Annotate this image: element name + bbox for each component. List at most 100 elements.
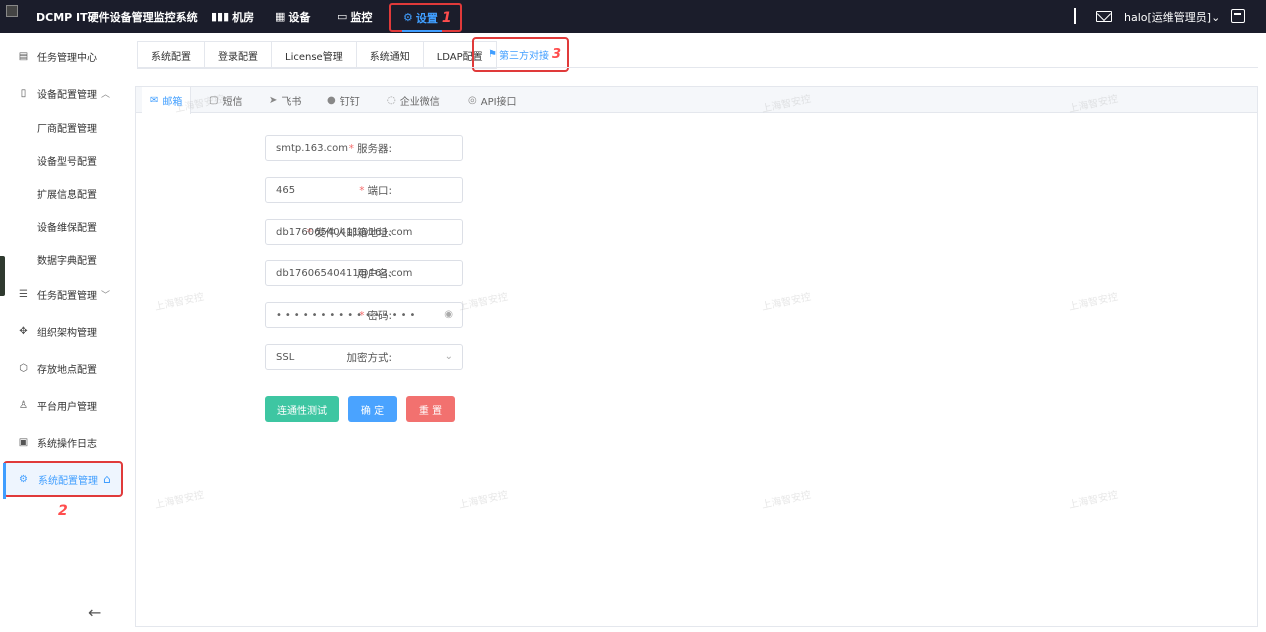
- subtab-feishu[interactable]: ➤ 飞书: [269, 87, 301, 113]
- sidebar-item-task-center[interactable]: ▤ 任务管理中心: [0, 41, 124, 71]
- org-icon: ✥: [19, 325, 28, 337]
- dingtalk-icon: ●: [327, 94, 336, 106]
- sender-input[interactable]: db17606540411@163.com: [265, 219, 463, 245]
- chevron-down-icon: ﹀: [101, 290, 111, 301]
- server-input[interactable]: smtp.163.com: [265, 135, 463, 161]
- form-row-port: * 端口: 465: [136, 177, 636, 203]
- tab-login-config[interactable]: 登录配置: [204, 41, 271, 69]
- form-row-encryption: 加密方式: SSL ⌄: [136, 344, 636, 370]
- watermark: 上海智安控: [1067, 291, 1120, 314]
- tabs-divider: [137, 67, 1258, 68]
- sidebar-item-label: 系统操作日志: [37, 438, 97, 450]
- subtab-dingtalk[interactable]: ● 钉钉: [327, 87, 360, 113]
- nav-active-underline: [402, 30, 442, 32]
- mail-icon[interactable]: [1096, 11, 1112, 22]
- log-icon: ▣: [18, 436, 29, 448]
- eye-off-icon[interactable]: ◉: [444, 309, 453, 320]
- sidebar-item-label: 任务管理中心: [37, 52, 97, 64]
- tab-third-party-label: 第三方对接: [498, 51, 549, 62]
- sidebar-item-users[interactable]: ♙ 平台用户管理: [0, 390, 124, 420]
- chevron-up-icon: ︿: [101, 89, 111, 100]
- encryption-select[interactable]: SSL ⌄: [265, 344, 463, 370]
- grid-icon: ▦: [275, 10, 286, 23]
- tab-license[interactable]: License管理: [271, 41, 356, 69]
- user-icon: ♙: [19, 399, 28, 411]
- sidebar-item-maintenance-config[interactable]: 设备维保配置: [0, 211, 124, 241]
- nav-machine-room-label: 机房: [232, 10, 255, 24]
- sidebar-item-device-config[interactable]: ▯ 设备配置管理 ︿: [0, 78, 124, 108]
- nav-machine-room[interactable]: ▮▮▮ 机房: [211, 0, 254, 33]
- settings-icon: ⚙: [19, 473, 28, 485]
- sidebar-item-task-config[interactable]: ☰ 任务配置管理 ﹀: [0, 279, 124, 309]
- nav-settings[interactable]: ⚙ 设置 1: [389, 3, 462, 32]
- form-row-username: 用户名: db17606540411@163.com: [136, 260, 636, 286]
- sidebar-item-label: 存放地点配置: [37, 364, 97, 376]
- encryption-value: SSL: [276, 351, 295, 363]
- nav-monitor-label: 监控: [350, 10, 373, 24]
- username-input[interactable]: db17606540411@163.com: [265, 260, 463, 286]
- user-name: halo[运维管理员]: [1124, 11, 1212, 24]
- sidebar-item-label: 任务配置管理: [37, 290, 97, 302]
- subtab-wechat-work[interactable]: ◌ 企业微信: [387, 87, 440, 113]
- sidebar-item-label: 数据字典配置: [37, 255, 97, 267]
- collapse-sidebar-icon[interactable]: ←: [88, 603, 101, 622]
- watermark: 上海智安控: [760, 291, 813, 314]
- logo-icon: [6, 5, 18, 17]
- system-title: DCMP IT硬件设备管理监控系统: [36, 11, 198, 24]
- chevron-down-icon: ⌄: [444, 351, 453, 362]
- monitor-icon: ▭: [337, 10, 348, 23]
- user-menu[interactable]: halo[运维管理员]⌄: [1124, 9, 1220, 25]
- sidebar-item-model-config[interactable]: 设备型号配置: [0, 145, 124, 175]
- sidebar-item-label: 组织架构管理: [37, 327, 97, 339]
- flag-icon: ⚑: [488, 49, 497, 60]
- integration-card: ✉ 邮箱 ▢ 短信 ➤ 飞书 ● 钉钉 ◌ 企业微信 ◎ API接口 * 服务器:…: [135, 86, 1258, 627]
- sidebar-item-extension-config[interactable]: 扩展信息配置: [0, 178, 124, 208]
- watermark: 上海智安控: [153, 489, 206, 512]
- tab-system-config[interactable]: 系统配置: [137, 41, 204, 69]
- confirm-button[interactable]: 确 定: [348, 396, 397, 422]
- config-tabs: 系统配置 登录配置 License管理 系统通知 LDAP配置: [137, 41, 497, 69]
- form-row-sender: * 发件人邮箱地址: db17606540411@163.com: [136, 219, 636, 245]
- watermark: 上海智安控: [1067, 489, 1120, 512]
- port-input[interactable]: 465: [265, 177, 463, 203]
- header-divider: [1074, 8, 1076, 24]
- chevron-down-icon: ⌄: [1211, 11, 1221, 24]
- subtab-api[interactable]: ◎ API接口: [468, 87, 517, 113]
- bar-chart-icon: ▮▮▮: [211, 10, 230, 23]
- reset-button[interactable]: 重 置: [406, 396, 455, 422]
- sidebar-item-dictionary-config[interactable]: 数据字典配置: [0, 244, 124, 274]
- sidebar-item-logs[interactable]: ▣ 系统操作日志: [0, 427, 124, 457]
- printer-icon[interactable]: [1231, 9, 1245, 23]
- sidebar-item-system-config[interactable]: ⚙ 系统配置管理 ⌂: [3, 461, 123, 497]
- subtab-label: API接口: [480, 96, 517, 108]
- send-icon: ➤: [269, 94, 278, 106]
- sidebar-active-indicator: [3, 463, 6, 499]
- subtab-label: 短信: [222, 96, 243, 108]
- nav-monitor[interactable]: ▭ 监控: [337, 0, 372, 33]
- subtab-label: 钉钉: [339, 96, 360, 108]
- nav-device[interactable]: ▦ 设备: [275, 0, 310, 33]
- sidebar-item-label: 厂商配置管理: [37, 123, 97, 135]
- gear-icon: ⚙: [403, 11, 413, 24]
- sidebar-item-org[interactable]: ✥ 组织架构管理: [0, 316, 124, 346]
- side-drawer-handle[interactable]: [0, 256, 5, 296]
- sliders-icon: ☰: [19, 288, 28, 300]
- annotation-1: 1: [441, 9, 452, 26]
- form-row-password: * 密码: •••••••••••••••• ◉: [136, 302, 636, 328]
- sidebar-item-location[interactable]: ⬡ 存放地点配置: [0, 353, 124, 383]
- connectivity-test-button[interactable]: 连通性测试: [265, 396, 339, 422]
- tab-notification[interactable]: 系统通知: [355, 41, 423, 69]
- api-icon: ◎: [468, 94, 477, 106]
- sidebar-item-label: 平台用户管理: [37, 401, 97, 413]
- sidebar-item-vendor-config[interactable]: 厂商配置管理: [0, 112, 124, 142]
- sidebar-item-label: 设备配置管理: [37, 89, 97, 101]
- watermark: 上海智安控: [760, 489, 813, 512]
- list-icon: ▤: [18, 50, 29, 62]
- top-bar: DCMP IT硬件设备管理监控系统 ▮▮▮ 机房 ▦ 设备 ▭ 监控 ⚙ 设置 …: [0, 0, 1266, 33]
- form-row-server: * 服务器: smtp.163.com: [136, 135, 636, 161]
- sidebar-item-label: 扩展信息配置: [37, 189, 97, 201]
- cube-icon: ⬡: [19, 362, 28, 374]
- password-input[interactable]: •••••••••••••••• ◉: [265, 302, 463, 328]
- nav-settings-label: 设置: [415, 11, 438, 25]
- sidebar: ▤ 任务管理中心 ▯ 设备配置管理 ︿ 厂商配置管理 设备型号配置 扩展信息配置…: [0, 33, 124, 632]
